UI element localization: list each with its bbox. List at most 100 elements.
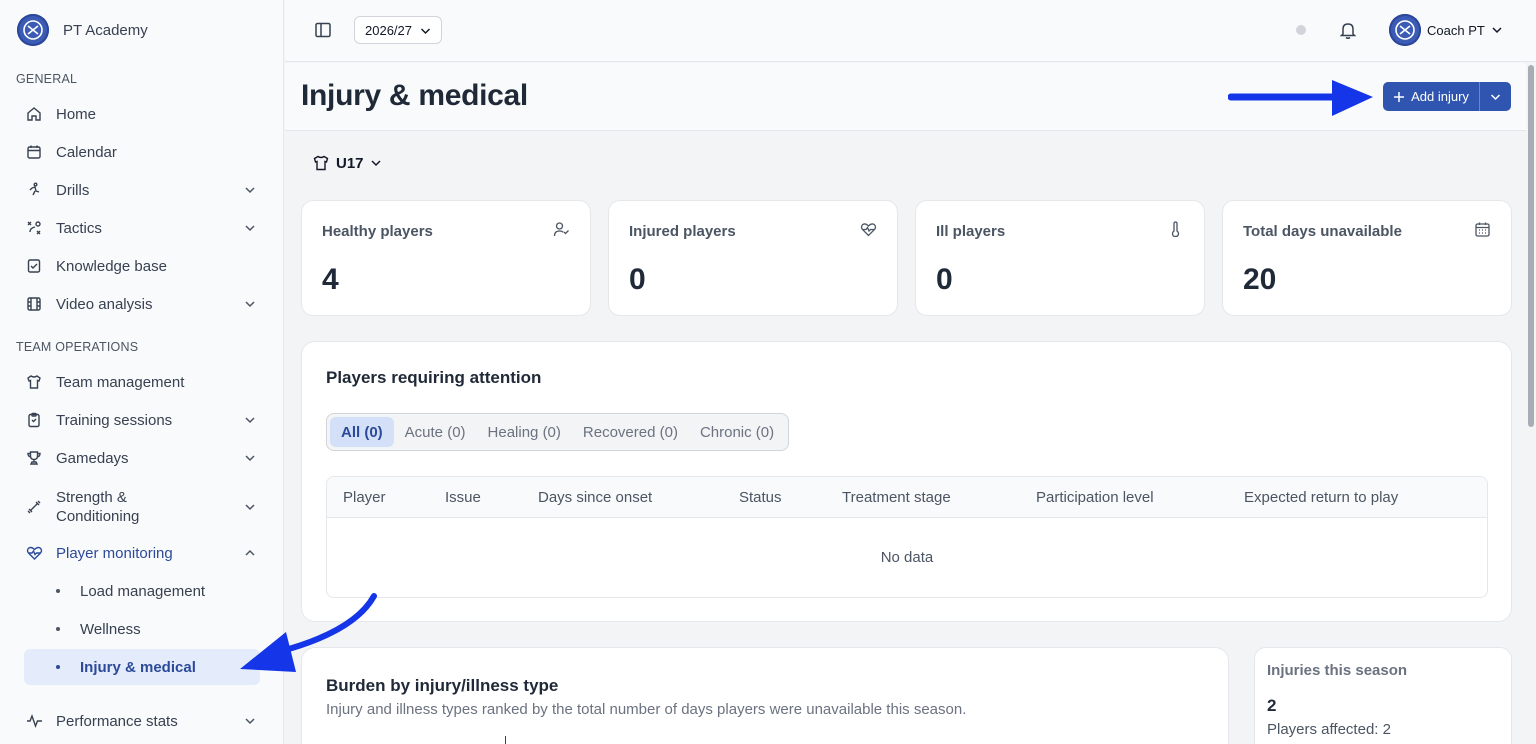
column-header-participation-level[interactable]: Participation level (1036, 489, 1154, 506)
chevron-down-icon (245, 301, 255, 308)
bullet-icon (56, 665, 60, 669)
academy-logo (17, 14, 49, 46)
app-name: PT Academy (63, 21, 148, 39)
plus-icon (1394, 91, 1405, 102)
add-injury-split-button: Add injury (1383, 82, 1511, 111)
sidebar-subitem-load-management[interactable]: Load management (24, 573, 260, 609)
tab-healing[interactable]: Healing (0) (477, 417, 572, 447)
sidebar-item-knowledge-base[interactable]: Knowledge base (24, 249, 260, 283)
add-injury-button[interactable]: Add injury (1383, 82, 1480, 111)
section-general: GENERAL (16, 72, 78, 86)
user-check-icon (553, 222, 569, 237)
trophy-icon (25, 449, 43, 467)
team-label: U17 (336, 154, 364, 172)
connection-status-dot (1296, 25, 1306, 35)
page-header: Injury & medical Add injury (285, 63, 1526, 131)
column-header-status[interactable]: Status (739, 489, 782, 506)
section-team-operations: TEAM OPERATIONS (16, 340, 139, 354)
stat-value: 0 (629, 263, 646, 296)
column-header-expected-return[interactable]: Expected return to play (1244, 489, 1398, 506)
season-select[interactable]: 2026/27 (354, 16, 442, 44)
stat-label: Ill players (936, 223, 1006, 240)
sidebar-item-label: Strength & Conditioning (56, 489, 140, 525)
calendar-icon (25, 143, 43, 161)
brand[interactable]: PT Academy (17, 14, 148, 46)
stat-card-healthy: Healthy players 4 (301, 200, 591, 316)
chevron-down-icon (245, 417, 255, 424)
burden-subtitle: Injury and illness types ranked by the t… (326, 701, 967, 718)
stat-label: Total days unavailable (1243, 223, 1402, 240)
sidebar-item-label: Player monitoring (56, 544, 173, 562)
heart-pulse-icon (860, 223, 877, 237)
empty-state: No data (880, 549, 934, 566)
user-menu[interactable]: Coach PT (1389, 14, 1503, 46)
table-header: Player Issue Days since onset Status Tre… (327, 477, 1487, 518)
add-injury-label: Add injury (1411, 89, 1469, 104)
sidebar-toggle-icon[interactable] (313, 20, 333, 40)
chart-axis (505, 736, 506, 744)
column-header-days-since-onset[interactable]: Days since onset (538, 489, 652, 506)
sidebar-item-calendar[interactable]: Calendar (24, 135, 260, 169)
sidebar-item-training-sessions[interactable]: Training sessions (24, 403, 260, 437)
tab-recovered[interactable]: Recovered (0) (572, 417, 689, 447)
film-icon (25, 295, 43, 313)
stat-value: 0 (936, 263, 953, 296)
running-icon (25, 181, 43, 199)
bullet-icon (56, 589, 60, 593)
column-header-issue[interactable]: Issue (445, 489, 481, 506)
sidebar-item-performance-stats[interactable]: Performance stats (24, 704, 260, 738)
tab-all[interactable]: All (0) (330, 417, 394, 447)
sidebar-item-drills[interactable]: Drills (24, 173, 260, 207)
sidebar-item-label: Gamedays (56, 449, 129, 467)
chevron-down-icon (1492, 27, 1502, 34)
user-name: Coach PT (1427, 22, 1485, 38)
checklist-icon (25, 257, 43, 275)
chevron-down-icon (245, 225, 255, 232)
burden-title: Burden by injury/illness type (326, 676, 559, 695)
notifications-bell-icon[interactable] (1339, 20, 1357, 40)
sidebar-subitem-injury-medical[interactable]: Injury & medical (24, 649, 260, 685)
sidebar-item-label: Performance stats (56, 712, 178, 730)
team-select[interactable]: U17 (312, 154, 382, 172)
heart-pulse-icon (25, 544, 43, 562)
sidebar-item-video-analysis[interactable]: Video analysis (24, 287, 260, 321)
chevron-up-icon (245, 549, 255, 556)
stat-card-injured: Injured players 0 (608, 200, 898, 316)
chevron-down-icon (371, 160, 381, 167)
sidebar-subitem-wellness[interactable]: Wellness (24, 611, 260, 647)
sidebar-item-player-monitoring[interactable]: Player monitoring (24, 536, 260, 570)
sidebar-item-home[interactable]: Home (24, 97, 260, 131)
calendar-icon (1475, 222, 1490, 237)
chevron-down-icon (1490, 93, 1501, 100)
clipboard-icon (25, 411, 43, 429)
avatar (1389, 14, 1421, 46)
sidebar-subitem-label: Wellness (80, 620, 141, 638)
stat-card-ill: Ill players 0 (915, 200, 1205, 316)
stat-value: 4 (322, 263, 339, 296)
bullet-icon (56, 627, 60, 631)
home-icon (25, 105, 43, 123)
season-summary-value: 2 (1267, 696, 1277, 715)
tab-acute[interactable]: Acute (0) (394, 417, 477, 447)
page-title: Injury & medical (301, 79, 528, 112)
sidebar-item-tactics[interactable]: Tactics (24, 211, 260, 245)
tactics-icon (25, 219, 43, 237)
attention-table: Player Issue Days since onset Status Tre… (326, 476, 1488, 598)
chevron-down-icon (245, 718, 255, 725)
stat-value: 20 (1243, 263, 1277, 296)
tab-chronic[interactable]: Chronic (0) (689, 417, 785, 447)
sidebar-item-label: Tactics (56, 219, 102, 237)
column-header-treatment-stage[interactable]: Treatment stage (842, 489, 951, 506)
sidebar-item-team-management[interactable]: Team management (24, 365, 260, 399)
sidebar-item-label: Knowledge base (56, 257, 167, 275)
players-affected: Players affected: 2 (1267, 721, 1391, 738)
season-value: 2026/27 (365, 22, 412, 38)
column-header-player[interactable]: Player (343, 489, 386, 506)
dumbbell-icon (25, 498, 43, 516)
page-scrollbar[interactable] (1526, 63, 1536, 744)
scrollbar-thumb[interactable] (1528, 65, 1534, 427)
sidebar-item-label: Home (56, 105, 97, 123)
sidebar-item-strength-conditioning[interactable]: Strength & Conditioning (24, 486, 260, 528)
sidebar-item-gamedays[interactable]: Gamedays (24, 441, 260, 475)
add-injury-dropdown-button[interactable] (1480, 82, 1511, 111)
